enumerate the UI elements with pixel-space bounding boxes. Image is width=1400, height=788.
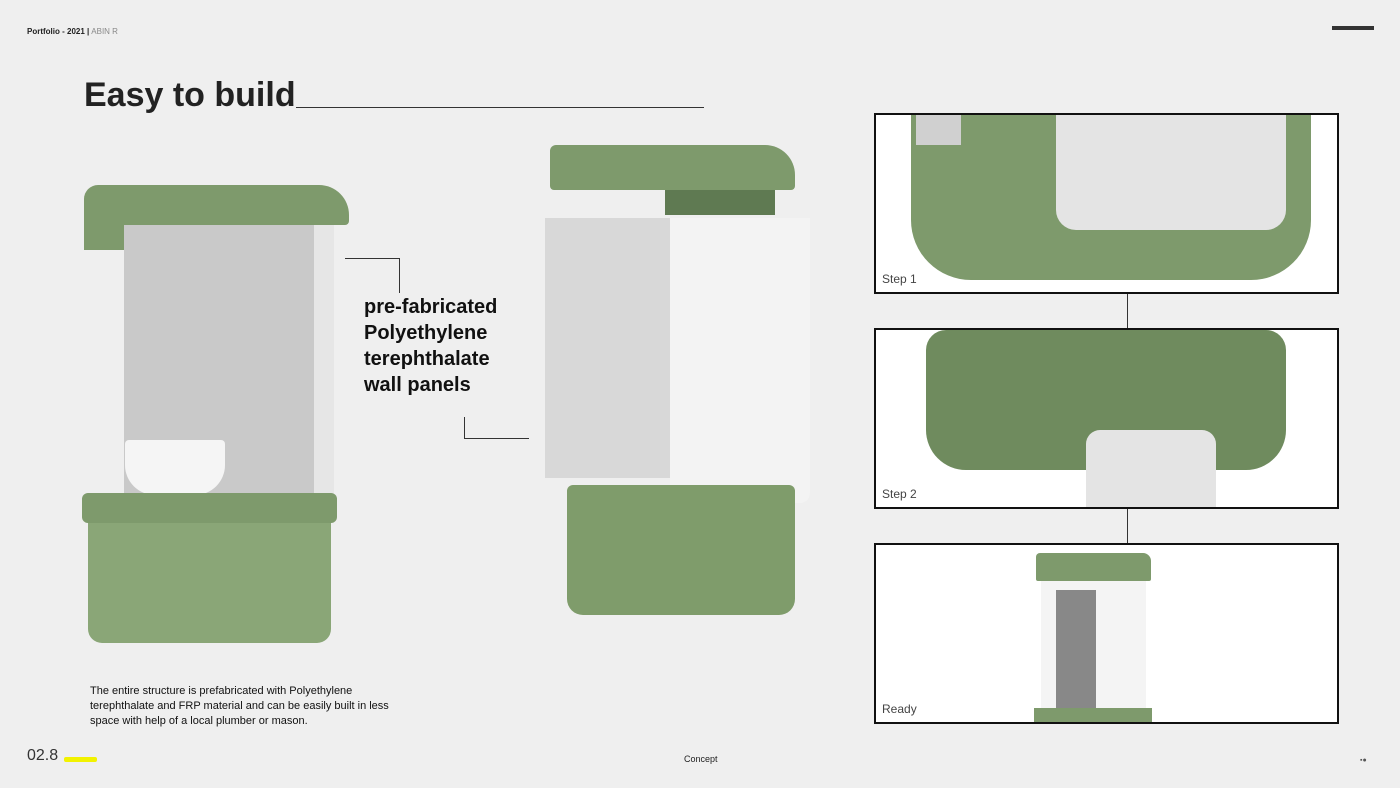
description-text: The entire structure is prefabricated wi… bbox=[90, 685, 389, 727]
caption-line: Polyethylene bbox=[364, 322, 488, 344]
ready-panel: Ready bbox=[874, 543, 1339, 724]
assembled-unit-render bbox=[80, 155, 360, 660]
caption-line: wall panels bbox=[364, 374, 471, 396]
portfolio-label: Portfolio - 2021 bbox=[27, 27, 85, 36]
step-label: Step 2 bbox=[882, 487, 917, 501]
section-label: Concept bbox=[684, 754, 718, 764]
callout-line bbox=[399, 258, 400, 293]
portfolio-header: Portfolio - 2021 | ABIN R bbox=[27, 27, 118, 36]
nav-dots-icon[interactable]: ▪● bbox=[1360, 757, 1367, 764]
caption-line: terephthalate bbox=[364, 348, 490, 370]
page-number: 02.8 bbox=[27, 747, 59, 764]
callout-line bbox=[345, 258, 400, 259]
exploded-unit-render bbox=[545, 140, 810, 640]
caption-line: pre-fabricated bbox=[364, 296, 498, 318]
callout-line bbox=[464, 417, 465, 439]
callout-line bbox=[464, 438, 529, 439]
step-label: Step 1 bbox=[882, 272, 917, 286]
page-title: Easy to build bbox=[84, 76, 296, 114]
title-underline bbox=[296, 107, 704, 108]
menu-icon[interactable] bbox=[1332, 26, 1374, 30]
author-name: ABIN R bbox=[91, 27, 118, 36]
step-connector bbox=[1127, 294, 1128, 329]
accent-bar bbox=[64, 757, 97, 762]
panel-caption: pre-fabricated Polyethylene terephthalat… bbox=[364, 294, 497, 398]
step-2-panel: Step 2 bbox=[874, 328, 1339, 509]
step-1-panel: Step 1 bbox=[874, 113, 1339, 294]
step-connector bbox=[1127, 509, 1128, 544]
step-label: Ready bbox=[882, 702, 917, 716]
separator: | bbox=[87, 27, 90, 36]
